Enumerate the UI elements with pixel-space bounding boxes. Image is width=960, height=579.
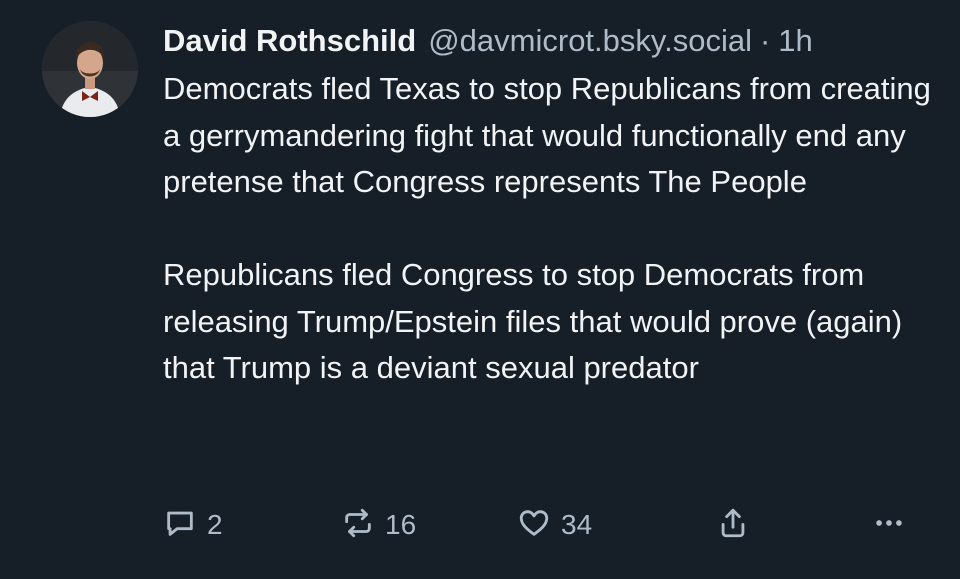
reply-button[interactable]: 2 (163, 503, 223, 547)
repost-count: 16 (385, 509, 417, 540)
reply-count: 2 (207, 509, 223, 540)
post-actions: 2 16 34 (163, 503, 923, 547)
author-handle[interactable]: @davmicrot.bsky.social (428, 20, 752, 62)
post-paragraph-1: Democrats fled Texas to stop Republicans… (163, 71, 931, 199)
repost-arrows-icon (341, 506, 375, 545)
share-upload-icon (716, 506, 750, 545)
more-options-button[interactable] (872, 503, 906, 547)
like-button[interactable]: 34 (517, 503, 592, 547)
ellipsis-icon (872, 506, 906, 545)
post-text: Democrats fled Texas to stop Republicans… (163, 66, 943, 392)
post-card[interactable]: David Rothschild @davmicrot.bsky.social … (0, 0, 960, 579)
avatar[interactable] (42, 21, 138, 117)
share-button[interactable] (716, 503, 750, 547)
like-count: 34 (561, 509, 593, 540)
speech-bubble-icon (163, 506, 197, 545)
post-timestamp[interactable]: 1h (778, 20, 812, 62)
post-paragraph-2: Republicans fled Congress to stop Democr… (163, 257, 903, 385)
post-content: David Rothschild @davmicrot.bsky.social … (163, 20, 943, 392)
post-header: David Rothschild @davmicrot.bsky.social … (163, 20, 943, 62)
avatar-image (42, 21, 138, 117)
author-name[interactable]: David Rothschild (163, 20, 416, 62)
heart-icon (517, 506, 551, 545)
header-separator: · (759, 23, 771, 58)
repost-button[interactable]: 16 (341, 503, 416, 547)
